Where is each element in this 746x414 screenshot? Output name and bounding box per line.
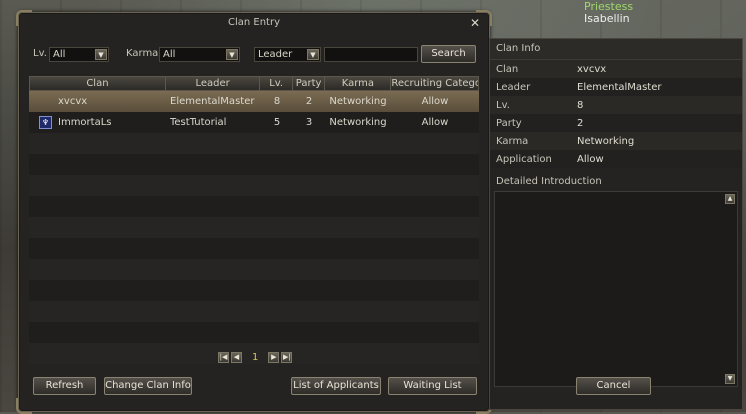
info-row-party: Party 2 bbox=[490, 114, 742, 132]
karma-cell: Networking bbox=[329, 96, 387, 107]
scroll-down-icon[interactable]: ▼ bbox=[725, 374, 735, 384]
clan-info-title: Clan Info bbox=[490, 39, 742, 60]
table-header: Clan Leader Lv. Party Karma Recruiting C… bbox=[29, 76, 479, 91]
list-of-applicants-button[interactable]: List of Applicants bbox=[291, 377, 381, 395]
clan-table: Clan Leader Lv. Party Karma Recruiting C… bbox=[29, 76, 479, 366]
lv-label: Lv. bbox=[33, 48, 47, 59]
karma-dropdown[interactable]: All ▼ bbox=[159, 47, 240, 62]
chevron-down-icon[interactable]: ▼ bbox=[307, 49, 319, 60]
lv-dropdown[interactable]: All ▼ bbox=[49, 47, 109, 62]
search-by-value: Leader bbox=[258, 49, 293, 60]
info-key: Application bbox=[496, 153, 552, 165]
column-header-recruiting[interactable]: Recruiting Category bbox=[391, 77, 478, 90]
column-header-leader[interactable]: Leader bbox=[166, 77, 261, 90]
empty-row bbox=[29, 133, 479, 154]
first-page-icon[interactable]: |◀ bbox=[218, 352, 229, 363]
table-row[interactable]: xvcvx ElementalMaster 8 2 Networking All… bbox=[29, 91, 479, 112]
chevron-down-icon[interactable]: ▼ bbox=[226, 49, 238, 60]
chevron-down-icon[interactable]: ▼ bbox=[95, 49, 107, 60]
info-value: Allow bbox=[577, 153, 604, 165]
empty-row bbox=[29, 175, 479, 196]
detailed-introduction-title: Detailed Introduction bbox=[496, 176, 602, 187]
page-number: 1 bbox=[252, 352, 259, 363]
clan-name: xvcvx bbox=[58, 96, 88, 107]
search-input[interactable] bbox=[324, 47, 418, 62]
party-cell: 3 bbox=[305, 117, 313, 128]
introduction-textarea[interactable]: ▲ ▼ bbox=[494, 191, 738, 387]
column-header-karma[interactable]: Karma bbox=[325, 77, 392, 90]
empty-row bbox=[29, 259, 479, 280]
recruiting-cell: Allow bbox=[421, 96, 449, 107]
karma-dropdown-value: All bbox=[163, 49, 176, 60]
lv-cell: 8 bbox=[273, 96, 281, 107]
karma-cell: Networking bbox=[329, 117, 387, 128]
column-header-clan[interactable]: Clan bbox=[30, 77, 166, 90]
info-row-clan: Clan xvcvx bbox=[490, 60, 742, 78]
info-row-karma: Karma Networking bbox=[490, 132, 742, 150]
search-button[interactable]: Search bbox=[421, 45, 476, 63]
close-icon[interactable]: ✕ bbox=[469, 17, 481, 29]
search-by-dropdown[interactable]: Leader ▼ bbox=[254, 47, 321, 62]
npc-name: Isabellin bbox=[584, 12, 630, 25]
column-header-party[interactable]: Party bbox=[293, 77, 326, 90]
leader-cell: ElementalMaster bbox=[170, 96, 255, 107]
clan-crest-icon bbox=[39, 95, 52, 108]
clan-info-panel: Clan Info Clan xvcvx Leader ElementalMas… bbox=[489, 38, 743, 410]
info-row-application: Application Allow bbox=[490, 150, 742, 168]
info-key: Karma bbox=[496, 135, 529, 147]
npc-nameplate[interactable]: Priestess Isabellin bbox=[584, 1, 633, 25]
lv-dropdown-value: All bbox=[53, 49, 66, 60]
info-row-lv: Lv. 8 bbox=[490, 96, 742, 114]
info-value: 2 bbox=[577, 117, 584, 129]
info-value: ElementalMaster bbox=[577, 81, 662, 93]
info-key: Party bbox=[496, 117, 522, 129]
lv-cell: 5 bbox=[273, 117, 281, 128]
karma-label: Karma bbox=[126, 48, 159, 59]
refresh-button[interactable]: Refresh bbox=[33, 377, 96, 395]
prev-page-icon[interactable]: ◀ bbox=[231, 352, 242, 363]
clan-crest-icon: ♆ bbox=[39, 116, 52, 129]
clan-cell: xvcvx bbox=[29, 95, 166, 108]
empty-row bbox=[29, 196, 479, 217]
empty-row bbox=[29, 238, 479, 259]
clan-cell: ♆ ImmortaLs bbox=[29, 116, 166, 129]
party-cell: 2 bbox=[305, 96, 313, 107]
empty-row bbox=[29, 217, 479, 238]
recruiting-cell: Allow bbox=[421, 117, 449, 128]
empty-row bbox=[29, 301, 479, 322]
info-key: Clan bbox=[496, 63, 519, 75]
clan-name: ImmortaLs bbox=[58, 117, 112, 128]
cancel-button[interactable]: Cancel bbox=[576, 377, 651, 395]
info-value: 8 bbox=[577, 99, 584, 111]
clan-entry-window: Clan Entry ✕ Lv. All ▼ Karma All ▼ Leade… bbox=[16, 10, 492, 414]
table-row[interactable]: ♆ ImmortaLs TestTutorial 5 3 Networking … bbox=[29, 112, 479, 133]
next-page-icon[interactable]: ▶ bbox=[268, 352, 280, 363]
info-value: Networking bbox=[577, 135, 635, 147]
empty-row bbox=[29, 322, 479, 343]
leader-cell: TestTutorial bbox=[170, 117, 227, 128]
info-value: xvcvx bbox=[577, 63, 607, 75]
last-page-icon[interactable]: ▶| bbox=[281, 352, 293, 363]
scroll-up-icon[interactable]: ▲ bbox=[725, 194, 735, 204]
empty-row bbox=[29, 280, 479, 301]
change-clan-info-button[interactable]: Change Clan Info bbox=[104, 377, 192, 395]
window-title: Clan Entry bbox=[227, 17, 280, 28]
pagination: |◀ ◀ 1 ▶ ▶| bbox=[217, 352, 293, 363]
info-row-leader: Leader ElementalMaster bbox=[490, 78, 742, 96]
info-key: Leader bbox=[496, 81, 531, 93]
waiting-list-button[interactable]: Waiting List bbox=[388, 377, 477, 395]
info-key: Lv. bbox=[496, 99, 510, 111]
empty-row bbox=[29, 154, 479, 175]
column-header-lv[interactable]: Lv. bbox=[260, 77, 293, 90]
